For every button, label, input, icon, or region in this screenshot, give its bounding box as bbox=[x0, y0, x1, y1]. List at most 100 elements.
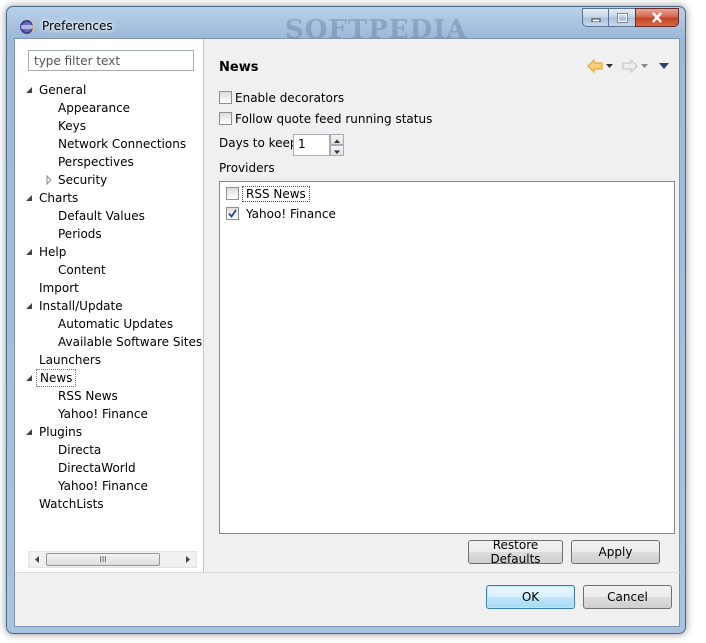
close-button[interactable] bbox=[635, 8, 679, 27]
close-icon bbox=[652, 12, 662, 23]
tree-item[interactable]: Plugins bbox=[15, 423, 204, 441]
maximize-button[interactable] bbox=[608, 8, 635, 27]
enable-decorators-checkbox[interactable]: Enable decorators bbox=[219, 89, 344, 107]
tree-item-label: Automatic Updates bbox=[58, 317, 174, 331]
caption-buttons bbox=[582, 8, 679, 27]
tree-item[interactable]: Default Values bbox=[15, 207, 204, 225]
page-navigation bbox=[587, 59, 671, 73]
tree-item[interactable]: News bbox=[15, 369, 204, 387]
scroll-right-button[interactable] bbox=[179, 552, 196, 567]
tree-item[interactable]: Available Software Sites bbox=[15, 333, 204, 351]
tree-item[interactable]: RSS News bbox=[15, 387, 204, 405]
ok-button[interactable]: OK bbox=[486, 585, 575, 609]
preference-page: News Enable decorators Follow quote feed… bbox=[205, 39, 681, 572]
spinner-up-button[interactable] bbox=[330, 134, 344, 145]
apply-button[interactable]: Apply bbox=[571, 540, 660, 564]
tree-item-label: Launchers bbox=[39, 353, 102, 367]
tree-item[interactable]: Perspectives bbox=[15, 153, 204, 171]
tree-item[interactable]: WatchLists bbox=[15, 495, 204, 513]
provider-checkbox[interactable] bbox=[226, 207, 239, 220]
tree-item-label: Perspectives bbox=[58, 155, 134, 169]
forward-dropdown-icon[interactable] bbox=[640, 59, 649, 73]
tree-item-label: Periods bbox=[58, 227, 102, 241]
days-to-keep-input[interactable]: 1 bbox=[293, 134, 330, 156]
tree-item[interactable]: Directa bbox=[15, 441, 204, 459]
follow-quote-checkbox[interactable]: Follow quote feed running status bbox=[219, 110, 432, 128]
providers-list[interactable]: RSS News Yahoo! Finance bbox=[219, 181, 675, 534]
twisty-expanded-icon[interactable] bbox=[25, 297, 35, 315]
maximize-icon bbox=[616, 12, 628, 23]
checkmark-icon bbox=[228, 209, 237, 218]
tree-item[interactable]: Yahoo! Finance bbox=[15, 477, 204, 495]
title-bar[interactable]: Preferences SOFTPEDIA bbox=[7, 7, 685, 45]
tree-item-label: Network Connections bbox=[58, 137, 187, 151]
preferences-window: Preferences SOFTPEDIA General Appearance K… bbox=[6, 6, 686, 634]
tree-item[interactable]: Yahoo! Finance bbox=[15, 405, 204, 423]
follow-quote-box[interactable] bbox=[219, 112, 232, 125]
tree-item[interactable]: Install/Update bbox=[15, 297, 204, 315]
tree-item-label: Yahoo! Finance bbox=[58, 407, 148, 421]
filter-input[interactable] bbox=[28, 50, 194, 71]
preference-tree-pane: General Appearance Keys Network Connections… bbox=[15, 39, 204, 572]
spinner-down-icon bbox=[334, 150, 340, 154]
back-arrow-icon[interactable] bbox=[587, 59, 603, 73]
provider-item[interactable]: RSS News bbox=[226, 185, 310, 203]
tree-item-label: Install/Update bbox=[39, 299, 123, 313]
twisty-expanded-icon[interactable] bbox=[25, 189, 35, 207]
tree-item[interactable]: Help bbox=[15, 243, 204, 261]
cancel-button[interactable]: Cancel bbox=[583, 585, 672, 609]
spinner-down-button[interactable] bbox=[330, 145, 344, 156]
twisty-expanded-icon[interactable] bbox=[25, 81, 35, 99]
tree-item[interactable]: Security bbox=[15, 171, 204, 189]
tree-item-label: Directa bbox=[58, 443, 102, 457]
dialog-client-area: General Appearance Keys Network Connections… bbox=[14, 38, 681, 627]
tree-item-label: Available Software Sites bbox=[58, 335, 203, 349]
tree-item-label: Charts bbox=[39, 191, 79, 205]
view-menu-icon[interactable] bbox=[657, 59, 671, 73]
tree-item[interactable]: DirectaWorld bbox=[15, 459, 204, 477]
minimize-button[interactable] bbox=[582, 8, 608, 27]
days-to-keep-label: Days to keep bbox=[219, 136, 298, 150]
tree-item[interactable]: Keys bbox=[15, 117, 204, 135]
tree-item-label: Keys bbox=[58, 119, 87, 133]
follow-quote-label: Follow quote feed running status bbox=[235, 112, 433, 126]
back-dropdown-icon[interactable] bbox=[605, 59, 614, 73]
tree-item[interactable]: Charts bbox=[15, 189, 204, 207]
page-title: News bbox=[219, 60, 259, 75]
tree-item-label: Appearance bbox=[58, 101, 131, 115]
twisty-expanded-icon[interactable] bbox=[25, 369, 35, 387]
provider-checkbox[interactable] bbox=[226, 187, 239, 200]
twisty-expanded-icon[interactable] bbox=[25, 423, 35, 441]
days-to-keep-spinner[interactable]: 1 bbox=[293, 134, 344, 156]
window-title: Preferences bbox=[42, 19, 113, 33]
scroll-thumb[interactable]: III bbox=[46, 553, 160, 566]
provider-label: Yahoo! Finance bbox=[246, 207, 336, 221]
tree-item[interactable]: Import bbox=[15, 279, 204, 297]
tree-item-label: Default Values bbox=[58, 209, 145, 223]
tree-item[interactable]: Launchers bbox=[15, 351, 204, 369]
tree-item[interactable]: Network Connections bbox=[15, 135, 204, 153]
tree-item-label: News bbox=[36, 369, 77, 387]
twisty-expanded-icon[interactable] bbox=[25, 243, 35, 261]
tree-item[interactable]: Appearance bbox=[15, 99, 204, 117]
tree-item-label: DirectaWorld bbox=[58, 461, 136, 475]
tree-item[interactable]: Automatic Updates bbox=[15, 315, 204, 333]
provider-item[interactable]: Yahoo! Finance bbox=[226, 205, 336, 223]
tree-item-label: Content bbox=[58, 263, 106, 277]
provider-label: RSS News bbox=[242, 186, 310, 202]
tree-item-label: Help bbox=[39, 245, 67, 259]
tree-item-label: Import bbox=[39, 281, 79, 295]
twisty-collapsed-icon[interactable] bbox=[44, 171, 54, 189]
enable-decorators-label: Enable decorators bbox=[235, 91, 345, 105]
tree-item-label: Plugins bbox=[39, 425, 82, 439]
tree-item[interactable]: Periods bbox=[15, 225, 204, 243]
enable-decorators-box[interactable] bbox=[219, 91, 232, 104]
minimize-icon bbox=[591, 18, 600, 22]
forward-arrow-icon[interactable] bbox=[622, 59, 638, 73]
button-bar-separator bbox=[15, 572, 681, 573]
tree-item[interactable]: General bbox=[15, 81, 204, 99]
scroll-left-button[interactable] bbox=[29, 552, 46, 567]
tree-horizontal-scrollbar[interactable]: III bbox=[28, 551, 197, 568]
restore-defaults-button[interactable]: Restore Defaults bbox=[468, 538, 563, 566]
tree-item[interactable]: Content bbox=[15, 261, 204, 279]
